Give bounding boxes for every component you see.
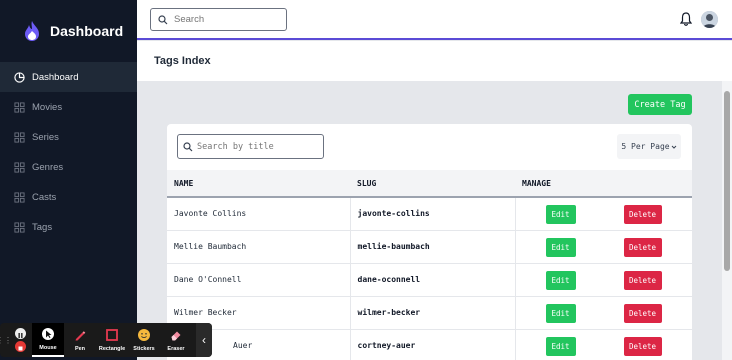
search-icon xyxy=(183,141,193,151)
column-header-manage: MANAGE xyxy=(515,170,692,198)
chevron-down-icon xyxy=(671,145,676,149)
cell-slug: javonte-collins xyxy=(350,197,516,231)
tool-label: Stickers xyxy=(133,346,155,352)
sidebar-item-genres[interactable]: Genres xyxy=(0,152,137,182)
brand-title: Dashboard xyxy=(50,23,124,39)
table-row: Auer cortney-auer Edit Delete xyxy=(167,329,692,360)
collapse-toolbar-button[interactable]: ‹ xyxy=(196,323,212,357)
brand[interactable]: Dashboard xyxy=(0,0,137,62)
cell-slug: wilmer-becker xyxy=(350,296,516,330)
tool-label: Rectangle xyxy=(98,346,126,352)
cell-name: Mellie Baumbach xyxy=(167,230,351,264)
create-tag-button[interactable]: Create Tag xyxy=(628,94,692,115)
sidebar-item-casts[interactable]: Casts xyxy=(0,182,137,212)
scroll-thumb[interactable] xyxy=(724,91,730,271)
cell-manage: Edit Delete xyxy=(514,197,692,231)
grid-icon xyxy=(14,221,25,233)
sidebar-item-series[interactable]: Series xyxy=(0,122,137,152)
cell-slug: mellie-baumbach xyxy=(350,230,516,264)
table-row: Mellie Baumbach mellie-baumbach Edit Del… xyxy=(167,230,692,264)
cell-manage: Edit Delete xyxy=(514,263,692,297)
eraser-icon xyxy=(171,331,181,341)
stop-icon[interactable] xyxy=(14,341,26,352)
drag-handle-icon[interactable]: ⋮⋮ xyxy=(0,323,12,357)
tool-label: Mouse xyxy=(39,345,57,351)
per-page-select[interactable]: 5 Per Page xyxy=(617,134,681,159)
cursor-icon xyxy=(42,328,54,340)
tool-eraser[interactable]: Eraser xyxy=(160,323,192,357)
edit-button[interactable]: Edit xyxy=(545,336,576,356)
annotation-toolbar: ⋮⋮ Mouse Pen Rectangle Stickers Eraser ‹ xyxy=(0,323,212,357)
delete-button[interactable]: Delete xyxy=(623,205,662,224)
user-avatar-icon xyxy=(701,11,718,28)
search-icon xyxy=(158,14,168,24)
edit-button[interactable]: Edit xyxy=(545,237,576,257)
sidebar-item-label: Casts xyxy=(32,191,57,203)
column-header-slug: SLUG xyxy=(350,170,515,198)
edit-button[interactable]: Edit xyxy=(545,303,576,323)
sidebar-item-label: Movies xyxy=(32,101,63,113)
sidebar-item-label: Dashboard xyxy=(32,71,79,83)
sidebar-item-label: Tags xyxy=(32,221,53,233)
title-search-input[interactable] xyxy=(197,141,317,152)
grid-icon xyxy=(14,191,25,203)
tags-table: NAME SLUG MANAGE Javonte Collins javonte… xyxy=(167,170,692,360)
page-header: Tags Index xyxy=(137,41,732,81)
edit-button[interactable]: Edit xyxy=(545,270,576,290)
tags-card: 5 Per Page NAME SLUG MANAGE Javonte Coll… xyxy=(167,124,692,360)
bell-icon[interactable] xyxy=(680,12,692,26)
delete-button[interactable]: Delete xyxy=(623,237,662,257)
table-row: Wilmer Becker wilmer-becker Edit Delete xyxy=(167,296,692,330)
tool-pen[interactable]: Pen xyxy=(64,323,96,357)
tool-mouse[interactable]: Mouse xyxy=(32,323,64,357)
tool-label: Eraser xyxy=(167,346,185,352)
recording-controls xyxy=(8,323,32,357)
sidebar-item-label: Series xyxy=(32,131,59,143)
cell-manage: Edit Delete xyxy=(514,230,692,264)
rectangle-icon xyxy=(106,329,118,341)
avatar[interactable] xyxy=(701,11,718,28)
delete-button[interactable]: Delete xyxy=(623,270,662,290)
cell-manage: Edit Delete xyxy=(514,296,692,330)
sidebar-item-tags[interactable]: Tags xyxy=(0,212,137,242)
pie-chart-icon xyxy=(14,71,25,83)
pen-icon xyxy=(75,331,86,341)
cell-name: Javonte Collins xyxy=(167,197,351,231)
cell-name: Dane O'Connell xyxy=(167,263,351,297)
global-search[interactable] xyxy=(150,8,287,31)
smiley-icon xyxy=(138,329,150,341)
flame-logo-icon xyxy=(25,21,39,41)
sidebar-item-label: Genres xyxy=(32,161,64,173)
pause-icon[interactable] xyxy=(14,328,26,339)
table-row: Javonte Collins javonte-collins Edit Del… xyxy=(167,197,692,231)
grid-icon xyxy=(14,161,25,173)
delete-button[interactable]: Delete xyxy=(623,303,662,323)
page-scrollbar[interactable] xyxy=(722,81,732,360)
title-search[interactable] xyxy=(177,134,324,159)
table-header-row: NAME SLUG MANAGE xyxy=(167,170,692,198)
column-header-name: NAME xyxy=(167,170,350,198)
delete-button[interactable]: Delete xyxy=(623,336,662,356)
cell-slug: cortney-auer xyxy=(350,329,516,360)
edit-button[interactable]: Edit xyxy=(545,205,576,224)
cell-manage: Edit Delete xyxy=(514,329,692,360)
per-page-value: 5 Per Page xyxy=(621,142,670,151)
cell-slug: dane-oconnell xyxy=(350,263,516,297)
sidebar-item-dashboard[interactable]: Dashboard xyxy=(0,62,137,92)
table-row: Dane O'Connell dane-oconnell Edit Delete xyxy=(167,263,692,297)
sidebar-item-movies[interactable]: Movies xyxy=(0,92,137,122)
tool-stickers[interactable]: Stickers xyxy=(128,323,160,357)
sidebar: Dashboard Dashboard Movies Series Genres… xyxy=(0,0,137,360)
tool-label: Pen xyxy=(74,346,86,352)
tool-rectangle[interactable]: Rectangle xyxy=(96,323,128,357)
grid-icon xyxy=(14,101,25,113)
grid-icon xyxy=(14,131,25,143)
search-input[interactable] xyxy=(174,14,274,25)
page-title: Tags Index xyxy=(154,55,211,67)
top-bar xyxy=(137,0,732,40)
